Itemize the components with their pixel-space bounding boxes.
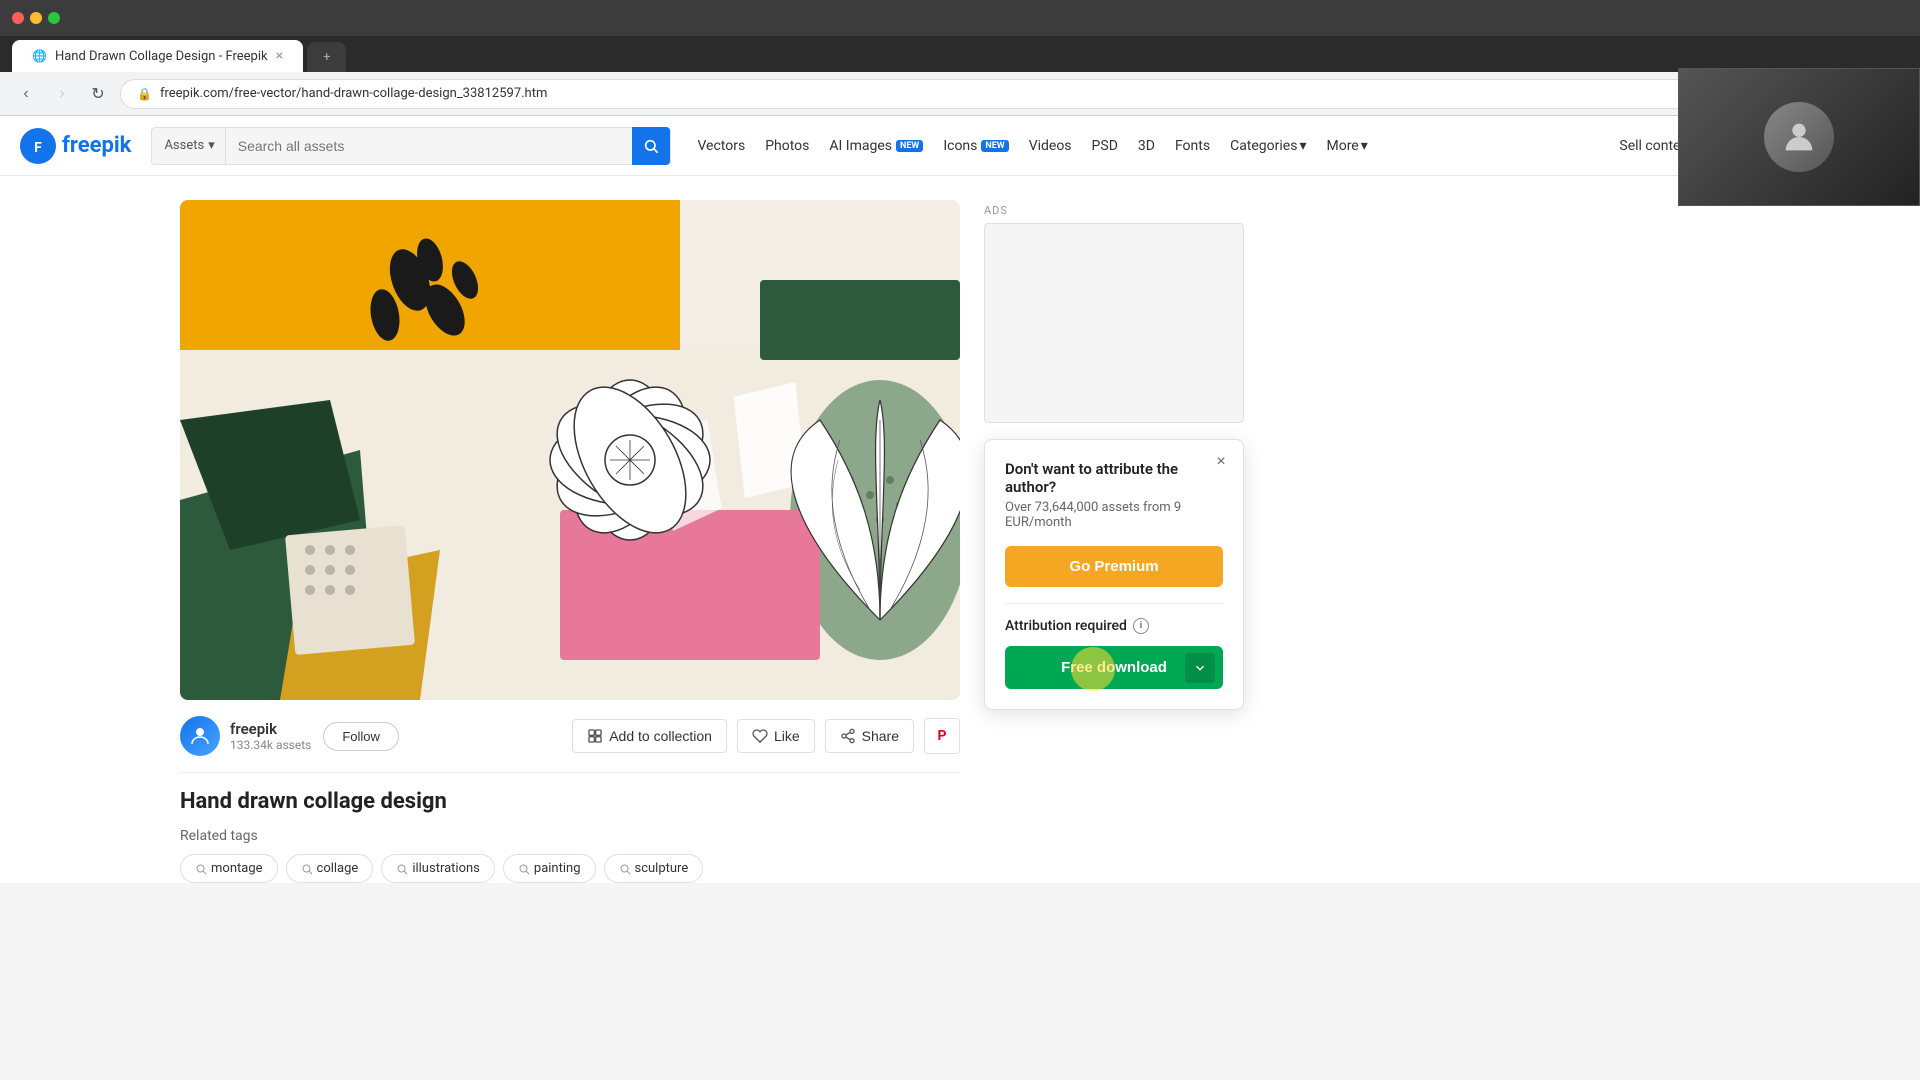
share-icon bbox=[840, 728, 856, 744]
reload-button[interactable]: ↻ bbox=[84, 80, 112, 108]
search-tag-icon-4 bbox=[518, 863, 530, 875]
address-bar[interactable]: freepik.com/free-vector/hand-drawn-colla… bbox=[160, 86, 547, 101]
nav-vectors[interactable]: Vectors bbox=[687, 130, 755, 162]
logo-text: freepik bbox=[62, 133, 131, 158]
ads-box bbox=[984, 223, 1244, 423]
logo-icon: F bbox=[20, 128, 56, 164]
nav-ai-images[interactable]: AI Images NEW bbox=[819, 130, 933, 162]
nav-psd[interactable]: PSD bbox=[1082, 130, 1128, 162]
search-tag-icon-2 bbox=[301, 863, 313, 875]
attribution-info-icon[interactable]: i bbox=[1133, 618, 1149, 634]
author-avatar bbox=[180, 716, 220, 756]
pinterest-button[interactable]: P bbox=[924, 718, 960, 754]
related-tags-label: Related tags bbox=[180, 828, 960, 844]
tag-illustrations[interactable]: illustrations bbox=[381, 854, 495, 883]
chevron-down-icon bbox=[1193, 661, 1207, 675]
attribution-popup: × Don't want to attribute the author? Ov… bbox=[984, 439, 1244, 710]
nav-videos[interactable]: Videos bbox=[1019, 130, 1082, 162]
logo[interactable]: F freepik bbox=[20, 128, 131, 164]
author-name[interactable]: freepik bbox=[230, 720, 311, 738]
search-input[interactable] bbox=[226, 138, 633, 154]
follow-button[interactable]: Follow bbox=[323, 722, 399, 751]
search-icon bbox=[643, 138, 659, 154]
download-dropdown-icon[interactable] bbox=[1185, 653, 1215, 683]
share-button[interactable]: Share bbox=[825, 719, 914, 753]
forward-button[interactable]: › bbox=[48, 80, 76, 108]
svg-text:F: F bbox=[34, 140, 42, 156]
nav-photos[interactable]: Photos bbox=[755, 130, 819, 162]
heart-icon bbox=[752, 728, 768, 744]
pip-video bbox=[1678, 68, 1920, 206]
go-premium-button[interactable]: Go Premium bbox=[1005, 546, 1223, 587]
author-assets: 133.34k assets bbox=[230, 738, 311, 752]
nav-icons[interactable]: Icons NEW bbox=[933, 130, 1018, 162]
nav-fonts[interactable]: Fonts bbox=[1165, 130, 1220, 162]
like-button[interactable]: Like bbox=[737, 719, 815, 753]
ads-label: ADS bbox=[984, 204, 1244, 217]
search-tag-icon-5 bbox=[619, 863, 631, 875]
add-to-collection-button[interactable]: Add to collection bbox=[572, 719, 727, 753]
tag-sculpture[interactable]: sculpture bbox=[604, 854, 704, 883]
nav-categories[interactable]: Categories ▾ bbox=[1220, 130, 1316, 162]
popup-subtitle: Over 73,644,000 assets from 9 EUR/month bbox=[1005, 500, 1223, 530]
back-button[interactable]: ‹ bbox=[12, 80, 40, 108]
popup-title: Don't want to attribute the author? bbox=[1005, 460, 1223, 496]
popup-close-button[interactable]: × bbox=[1209, 450, 1233, 474]
search-tag-icon-3 bbox=[396, 863, 408, 875]
dropdown-icon: ▾ bbox=[208, 138, 215, 153]
collage-artwork bbox=[180, 200, 960, 700]
tag-painting[interactable]: painting bbox=[503, 854, 596, 883]
search-button[interactable] bbox=[632, 127, 670, 165]
tag-collage[interactable]: collage bbox=[286, 854, 374, 883]
image-title: Hand drawn collage design bbox=[180, 789, 960, 814]
search-tag-icon bbox=[195, 863, 207, 875]
nav-3d[interactable]: 3D bbox=[1128, 130, 1165, 162]
nav-more[interactable]: More ▾ bbox=[1316, 130, 1377, 162]
tab-title: Hand Drawn Collage Design - Freepik bbox=[55, 49, 268, 64]
attribution-required-label: Attribution required bbox=[1005, 618, 1127, 634]
author-bar: freepik 133.34k assets Follow Add to col… bbox=[180, 700, 960, 773]
tag-montage[interactable]: montage bbox=[180, 854, 278, 883]
main-image-container bbox=[180, 200, 960, 700]
free-download-button[interactable]: Free download bbox=[1005, 646, 1223, 689]
collection-icon bbox=[587, 728, 603, 744]
assets-select[interactable]: Assets ▾ bbox=[152, 128, 225, 164]
